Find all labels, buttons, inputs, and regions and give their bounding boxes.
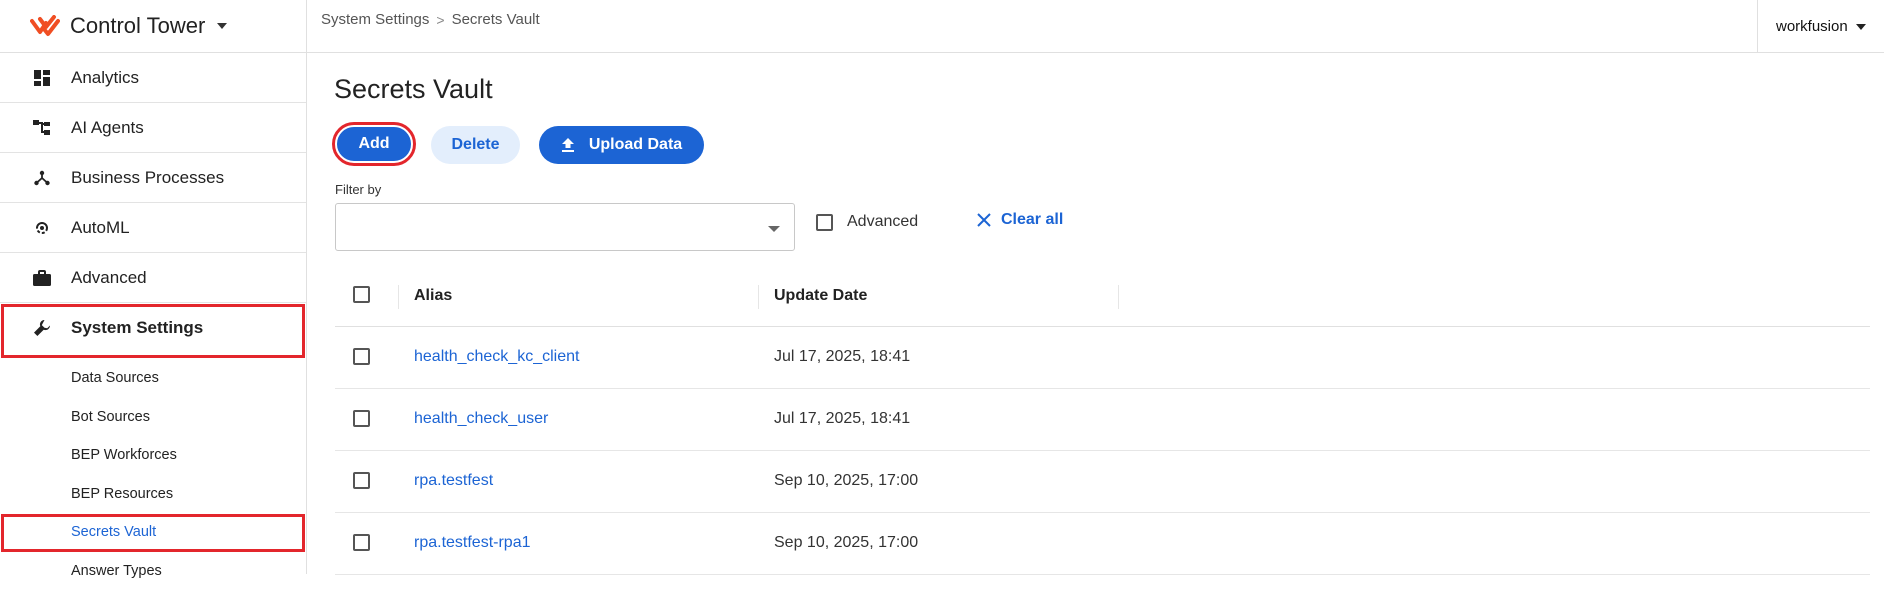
app-title: Control Tower	[70, 13, 205, 39]
chevron-down-icon	[1856, 24, 1866, 30]
app-switcher[interactable]: Control Tower	[0, 0, 306, 53]
upload-data-label: Upload Data	[589, 136, 682, 154]
sidebar-item-automl[interactable]: AutoML	[0, 203, 306, 253]
main-content: Secrets Vault Add Delete Upload Data Fil…	[307, 53, 1884, 574]
sidebar-subitem-bep-resources[interactable]: BEP Resources	[0, 475, 306, 514]
sidebar-item-label: Analytics	[71, 68, 139, 88]
sidebar-item-label: Advanced	[71, 268, 147, 288]
filter-select[interactable]	[335, 203, 795, 251]
sidebar-subitem-label: Answer Types	[71, 563, 162, 579]
advanced-checkbox[interactable]: Advanced	[816, 213, 918, 231]
column-header-alias[interactable]: Alias	[414, 287, 452, 305]
page-title: Secrets Vault	[334, 74, 493, 105]
add-button[interactable]: Add	[335, 125, 413, 163]
sidebar-item-advanced[interactable]: Advanced	[0, 253, 306, 303]
sidebar: Control Tower Analytics AI Agents Busine…	[0, 0, 307, 574]
sidebar-subitem-label: BEP Resources	[71, 486, 173, 502]
sidebar-item-analytics[interactable]: Analytics	[0, 53, 306, 103]
alias-link[interactable]: rpa.testfest	[414, 472, 493, 490]
user-menu[interactable]: workfusion	[1757, 0, 1884, 53]
sidebar-subitem-bot-sources[interactable]: Bot Sources	[0, 398, 306, 437]
breadcrumb-item-system-settings[interactable]: System Settings	[321, 11, 429, 28]
sidebar-item-label: Business Processes	[71, 168, 224, 188]
upload-data-button[interactable]: Upload Data	[539, 126, 704, 164]
alias-link[interactable]: health_check_user	[414, 410, 548, 428]
upload-icon	[561, 137, 575, 153]
table-row: health_check_kc_client Jul 17, 2025, 18:…	[335, 327, 1870, 389]
column-divider	[398, 285, 399, 309]
row-checkbox[interactable]	[353, 348, 370, 365]
sidebar-subitem-bep-workforces[interactable]: BEP Workforces	[0, 436, 306, 475]
update-date: Jul 17, 2025, 18:41	[774, 348, 910, 366]
select-all-checkbox[interactable]	[353, 286, 370, 303]
table-row: health_check_user Jul 17, 2025, 18:41	[335, 389, 1870, 451]
sidebar-item-label: AutoML	[71, 218, 130, 238]
sidebar-subitem-data-sources[interactable]: Data Sources	[0, 359, 306, 398]
update-date: Sep 10, 2025, 17:00	[774, 534, 918, 552]
alias-link[interactable]: rpa.testfest-rpa1	[414, 534, 531, 552]
sidebar-subitem-label: Bot Sources	[71, 409, 150, 425]
chevron-down-icon	[768, 226, 780, 232]
filter-label: Filter by	[335, 182, 381, 197]
briefcase-icon	[32, 268, 52, 288]
sidebar-item-label: AI Agents	[71, 118, 144, 138]
row-checkbox[interactable]	[353, 534, 370, 551]
hierarchy-icon	[32, 118, 52, 138]
update-date: Jul 17, 2025, 18:41	[774, 410, 910, 428]
breadcrumb-item-secrets-vault: Secrets Vault	[452, 11, 540, 28]
clear-all-button[interactable]: Clear all	[977, 211, 1063, 229]
close-icon	[977, 213, 991, 227]
table-row: rpa.testfest-rpa1 Sep 10, 2025, 17:00	[335, 513, 1870, 575]
breadcrumb-separator: >	[436, 12, 444, 28]
sidebar-subitem-label: Data Sources	[71, 370, 159, 386]
user-name: workfusion	[1776, 18, 1848, 35]
clear-all-label: Clear all	[1001, 211, 1063, 229]
chevron-down-icon[interactable]	[217, 23, 227, 29]
automl-icon	[32, 218, 52, 238]
alias-link[interactable]: health_check_kc_client	[414, 348, 579, 366]
highlight-box	[1, 304, 305, 358]
table-header: Alias Update Date	[335, 265, 1870, 327]
row-checkbox[interactable]	[353, 410, 370, 427]
brand-logo-icon	[30, 15, 60, 37]
update-date: Sep 10, 2025, 17:00	[774, 472, 918, 490]
sidebar-item-business-processes[interactable]: Business Processes	[0, 153, 306, 203]
row-checkbox[interactable]	[353, 472, 370, 489]
top-bar: System Settings > Secrets Vault workfusi…	[307, 0, 1884, 53]
sidebar-subitem-answer-types[interactable]: Answer Types	[0, 552, 306, 590]
checkbox-icon[interactable]	[816, 214, 833, 231]
dashboard-icon	[32, 68, 52, 88]
sidebar-item-system-settings[interactable]: System Settings	[0, 303, 306, 353]
column-divider	[758, 285, 759, 309]
process-fork-icon	[32, 168, 52, 188]
sidebar-subitem-label: BEP Workforces	[71, 447, 177, 463]
advanced-label: Advanced	[847, 213, 918, 231]
sidebar-item-ai-agents[interactable]: AI Agents	[0, 103, 306, 153]
highlight-box	[1, 514, 305, 552]
table-row: rpa.testfest Sep 10, 2025, 17:00	[335, 451, 1870, 513]
delete-button[interactable]: Delete	[431, 126, 520, 164]
column-header-update-date[interactable]: Update Date	[774, 287, 867, 305]
secrets-table: Alias Update Date health_check_kc_client…	[335, 265, 1870, 575]
breadcrumb: System Settings > Secrets Vault	[321, 11, 540, 28]
column-divider	[1118, 285, 1119, 309]
sidebar-subitem-secrets-vault[interactable]: Secrets Vault	[0, 513, 306, 552]
